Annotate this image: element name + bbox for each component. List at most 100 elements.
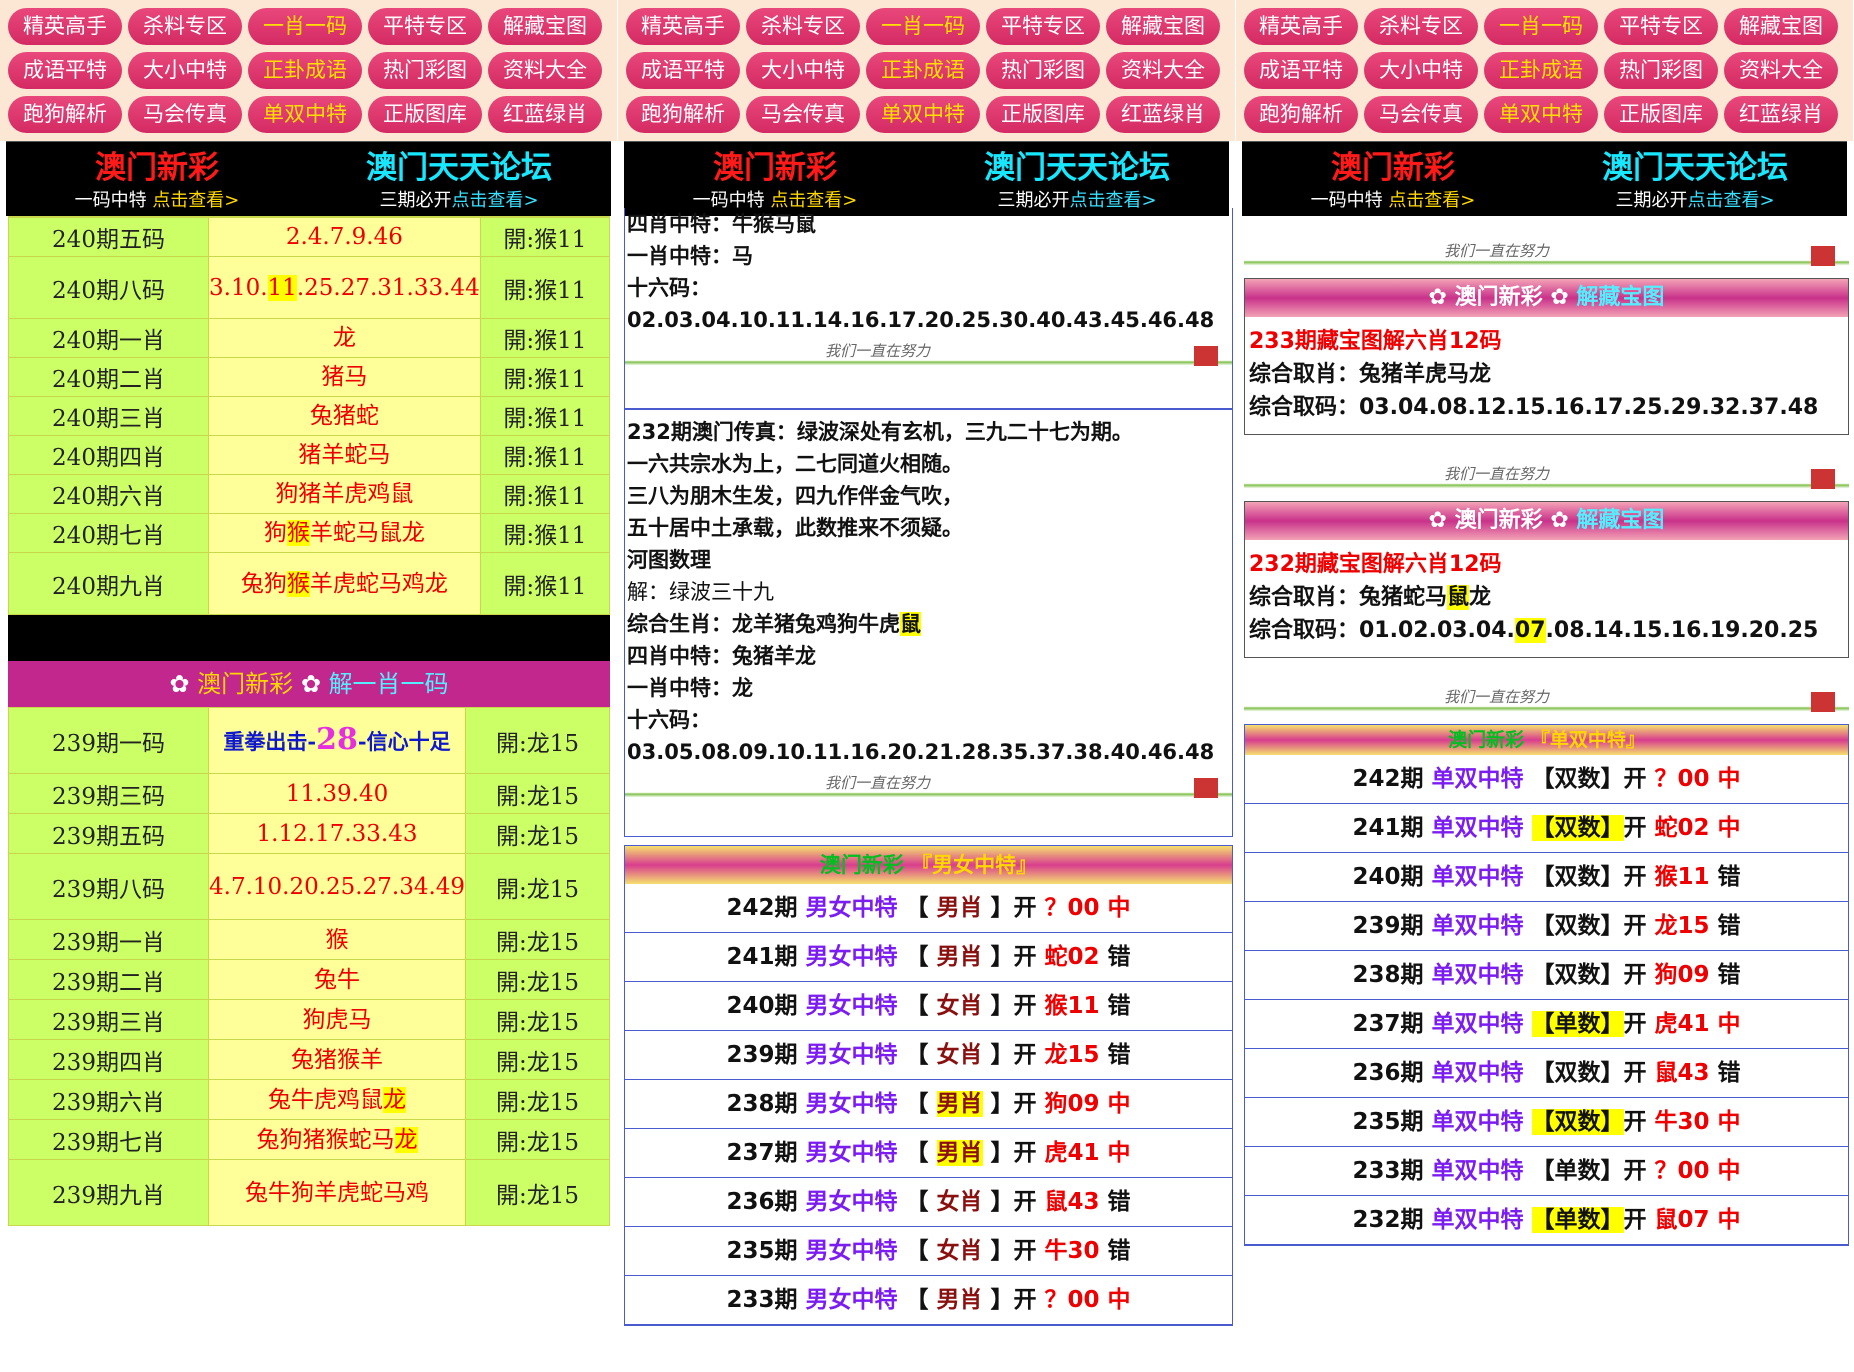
grass-divider: 我们一直在努力 (625, 336, 1232, 378)
oddeven-row: 233期 单双中特 【单数】开 ？00 中 (1245, 1147, 1848, 1196)
tip-line: 03.05.08.09.10.11.16.20.21.28.35.37.38.4… (627, 740, 1215, 764)
period: 242期 (726, 895, 798, 921)
nav-button[interactable]: 单双中特 (1484, 96, 1598, 133)
nav-button[interactable]: 解藏宝图 (1724, 8, 1838, 45)
result-cell: 開:猴11 (479, 217, 611, 257)
nav-button[interactable]: 成语平特 (1244, 52, 1358, 89)
tip-name: 男女中特 (805, 1091, 898, 1117)
nav-button[interactable]: 解藏宝图 (1106, 8, 1220, 45)
pred-hit: 猴 (286, 570, 310, 597)
nav-button[interactable]: 正版图库 (1604, 96, 1718, 133)
nav-button[interactable]: 杀料专区 (746, 8, 860, 45)
nav-button[interactable]: 正卦成语 (866, 52, 980, 89)
banner-link: 点击查看> (1687, 190, 1775, 211)
result: ？00 (1044, 895, 1100, 921)
nav-button[interactable]: 正卦成语 (248, 52, 362, 89)
result: 猴11 (1044, 993, 1100, 1019)
nav-button[interactable]: 红蓝绿肖 (1724, 96, 1838, 133)
nav-button[interactable]: 杀料专区 (128, 8, 242, 45)
tip-name: 单双中特 (1431, 815, 1524, 841)
nav-button[interactable]: 热门彩图 (986, 52, 1100, 89)
pred-hit: 龙 (394, 1126, 418, 1153)
prediction-cell: 兔狗猪猴蛇马龙 (207, 1119, 467, 1160)
banner-left-sub: 一码中特 点击查看> (1242, 190, 1544, 212)
nav-button[interactable]: 跑狗解析 (8, 96, 122, 133)
nav-button[interactable]: 成语平特 (8, 52, 122, 89)
nav-button[interactable]: 马会传真 (128, 96, 242, 133)
nav-button[interactable]: 杀料专区 (1364, 8, 1478, 45)
result-cell: 開:龙15 (465, 1079, 610, 1120)
banner-left[interactable]: 澳门新彩 一码中特 点击查看> (624, 142, 926, 217)
gender-card: 澳门新彩 『男女中特』 242期 男女中特 【 男肖 】开 ？00 中 241期 … (624, 845, 1233, 1326)
banner-left[interactable]: 澳门新彩 一码中特 点击查看> (1242, 142, 1544, 217)
nav-button[interactable]: 资料大全 (1106, 52, 1220, 89)
banner-right[interactable]: 澳门天天论坛 三期必开点击查看> (1544, 142, 1846, 217)
nav-button[interactable]: 精英高手 (1244, 8, 1358, 45)
period-cell: 239期一码 (8, 707, 209, 774)
prediction-cell: 3.10.11.25.27.31.33.44 (208, 256, 481, 319)
table-row: 239期一肖猴開:龙15 (8, 919, 610, 960)
column-middle: 精英高手 杀料专区 一肖一码 平特专区 解藏宝图成语平特 大小中特 正卦成语 热门彩图 资料大全… (618, 0, 1235, 1372)
nav-button[interactable]: 大小中特 (128, 52, 242, 89)
nav-button[interactable]: 正卦成语 (1484, 52, 1598, 89)
zc-post: -信心十足 (357, 728, 451, 754)
result-cell: 開:龙15 (465, 999, 610, 1040)
nav-button[interactable]: 精英高手 (8, 8, 122, 45)
pred-text: 兔狗 (240, 570, 287, 597)
tip-name: 单双中特 (1431, 864, 1524, 890)
nav-button[interactable]: 正版图库 (368, 96, 482, 133)
nav-button[interactable]: 成语平特 (626, 52, 740, 89)
nav-button[interactable]: 单双中特 (866, 96, 980, 133)
nav-button[interactable]: 解藏宝图 (488, 8, 602, 45)
nav-button[interactable]: 平特专区 (1604, 8, 1718, 45)
banner-right[interactable]: 澳门天天论坛 三期必开点击查看> (926, 142, 1228, 217)
promo-banner[interactable]: 澳门新彩 一码中特 点击查看> 澳门天天论坛 三期必开点击查看> (6, 141, 611, 216)
nav-button[interactable]: 马会传真 (1364, 96, 1478, 133)
result-cell: 開:龙15 (465, 1119, 610, 1160)
nav-button[interactable]: 大小中特 (1364, 52, 1478, 89)
prediction-cell: 狗猴羊蛇马鼠龙 (208, 513, 481, 553)
card-header: 澳门新彩 『单双中特』 (1245, 725, 1848, 755)
nav-button[interactable]: 平特专区 (368, 8, 482, 45)
promo-banner[interactable]: 澳门新彩 一码中特 点击查看> 澳门天天论坛 三期必开点击查看> (624, 141, 1229, 216)
table-row: 239期五码 1.12.17.33.43 開:龙15 (8, 813, 610, 854)
nav-button[interactable]: 资料大全 (1724, 52, 1838, 89)
zc-text: 重拳出击-28-信心十足 (209, 723, 465, 758)
nav-button[interactable]: 一肖一码 (248, 8, 362, 45)
banner-right[interactable]: 澳门天天论坛 三期必开点击查看> (308, 142, 610, 217)
result: ？00 (1654, 1158, 1710, 1184)
nav-button[interactable]: 马会传真 (746, 96, 860, 133)
nav-button[interactable]: 精英高手 (626, 8, 740, 45)
banner-left[interactable]: 澳门新彩 一码中特 点击查看> (6, 142, 308, 217)
nav-button[interactable]: 平特专区 (986, 8, 1100, 45)
prediction-cell: 2.4.7.9.46 (208, 217, 481, 257)
nav-button[interactable]: 热门彩图 (368, 52, 482, 89)
nav-button[interactable]: 单双中特 (248, 96, 362, 133)
nav-button[interactable]: 资料大全 (488, 52, 602, 89)
oddeven-row: 242期 单双中特 【双数】开 ？00 中 (1245, 755, 1848, 804)
tip-value: 男肖 (936, 895, 983, 921)
tip-jie: 解：绿波三十九 (625, 576, 1232, 608)
result-cell: 開:龙15 (465, 959, 610, 1000)
nav-button[interactable]: 大小中特 (746, 52, 860, 89)
card-ma: 综合取码：01.02.03.04.07.08.14.15.16.19.20.25 (1249, 618, 1819, 643)
promo-banner[interactable]: 澳门新彩 一码中特 点击查看> 澳门天天论坛 三期必开点击查看> (1242, 141, 1847, 216)
status: 错 (1107, 1189, 1131, 1215)
nav-button[interactable]: 一肖一码 (866, 8, 980, 45)
banner-link: 点击查看> (451, 190, 539, 211)
oddeven-row: 240期 单双中特 【双数】开 猴11 错 (1245, 853, 1848, 902)
prediction-table-239: 239期一码 重拳出击-28-信心十足 開:龙15 239期三码 11.39.40 開:龙… (8, 707, 610, 1226)
flower-icon: ✿ (169, 670, 190, 698)
status: 中 (1107, 1287, 1131, 1313)
nav-button[interactable]: 跑狗解析 (626, 96, 740, 133)
prediction-cell: 猪马 (208, 357, 481, 397)
nav-button[interactable]: 热门彩图 (1604, 52, 1718, 89)
prediction-cell: 兔猪蛇 (208, 396, 481, 436)
nav-button[interactable]: 一肖一码 (1484, 8, 1598, 45)
nav-button[interactable]: 红蓝绿肖 (488, 96, 602, 133)
nav-button[interactable]: 正版图库 (986, 96, 1100, 133)
nav-button[interactable]: 红蓝绿肖 (1106, 96, 1220, 133)
pred-text: 3.10. (209, 274, 268, 301)
nav-button[interactable]: 跑狗解析 (1244, 96, 1358, 133)
period-cell: 239期九肖 (8, 1159, 209, 1226)
